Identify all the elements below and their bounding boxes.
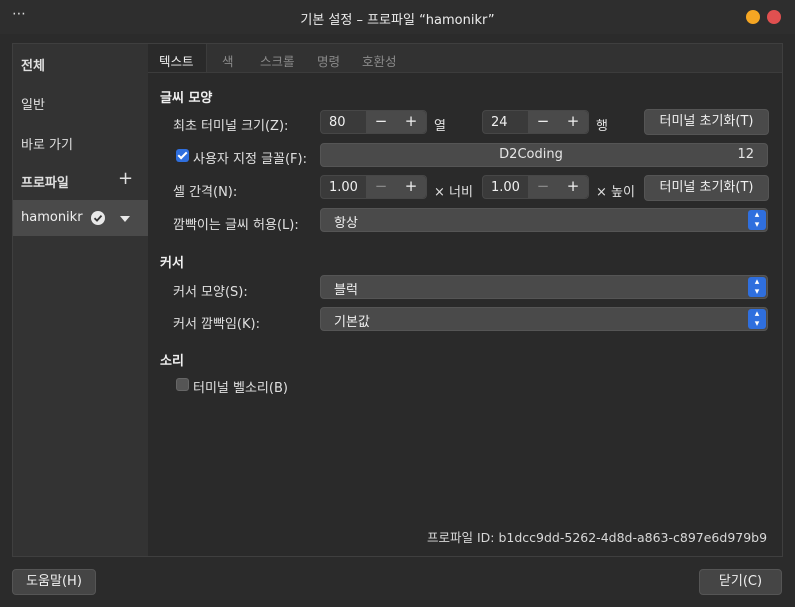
columns-spinbox[interactable]: 80 − + <box>320 110 427 134</box>
cell-width-spinbox[interactable]: 1.00 − + <box>320 175 427 199</box>
blink-text-label: 깜빡이는 글씨 허용(L): <box>173 218 299 233</box>
cursor-shape-label: 커서 모양(S): <box>173 285 248 300</box>
sidebar-item-global[interactable]: 전체 <box>21 55 45 74</box>
plus-icon[interactable]: + <box>396 177 426 195</box>
minus-icon[interactable]: − <box>528 112 558 130</box>
cursor-blink-label: 커서 깜빡임(K): <box>173 317 260 332</box>
window-title: 기본 설정 – 프로파일 “hamonikr” <box>300 13 495 28</box>
chevron-updown-icon: ▴ ▾ <box>748 277 766 297</box>
tab-scroll[interactable]: 스크롤 <box>260 51 295 70</box>
reset-cell-spacing-button[interactable]: 터미널 초기화(T) <box>644 175 769 201</box>
rows-unit: 행 <box>596 119 608 134</box>
sidebar-item-profile-hamonikr[interactable]: hamonikr <box>13 200 149 236</box>
plus-icon[interactable]: + <box>558 177 588 195</box>
rows-spinbox[interactable]: 24 − + <box>482 110 589 134</box>
sidebar-item-general[interactable]: 일반 <box>21 94 45 113</box>
cell-height-value: 1.00 <box>491 180 520 195</box>
cell-width-spin-buttons: − + <box>365 176 426 198</box>
reset-terminal-size-button[interactable]: 터미널 초기화(T) <box>644 109 769 135</box>
cursor-blink-select[interactable]: 기본값 ▴ ▾ <box>320 307 768 331</box>
font-name: D2Coding <box>499 147 563 162</box>
tab-color[interactable]: 색 <box>222 51 234 70</box>
columns-unit: 열 <box>434 119 446 134</box>
terminal-bell-checkbox[interactable] <box>176 378 189 391</box>
close-button[interactable]: 닫기(C) <box>699 569 782 595</box>
chevron-updown-icon: ▴ ▾ <box>748 309 766 329</box>
sidebar: 전체 일반 바로 가기 프로파일 + hamonikr <box>12 43 150 557</box>
minus-icon[interactable]: − <box>366 112 396 130</box>
columns-spin-buttons: − + <box>365 111 426 133</box>
font-chooser-button[interactable]: D2Coding 12 <box>320 143 768 167</box>
plus-icon[interactable]: + <box>396 112 426 130</box>
initial-size-label: 최초 터미널 크기(Z): <box>173 119 289 134</box>
section-header-cursor: 커서 <box>160 256 184 271</box>
custom-font-label: 사용자 지정 글꼴(F): <box>193 152 307 167</box>
profile-name: hamonikr <box>21 210 83 225</box>
profile-menu-chevron-icon[interactable] <box>120 216 130 222</box>
blink-text-select[interactable]: 항상 ▴ ▾ <box>320 208 768 232</box>
columns-value: 80 <box>329 115 346 130</box>
help-button[interactable]: 도움말(H) <box>12 569 96 595</box>
cursor-blink-value: 기본값 <box>334 315 370 330</box>
title-bar: ⋯ 기본 설정 – 프로파일 “hamonikr” <box>0 0 795 34</box>
profile-id: 프로파일 ID: b1dcc9dd-5262-4d8d-a863-c897e6d… <box>427 530 768 545</box>
sidebar-profiles-header: 프로파일 <box>21 176 69 191</box>
chevron-updown-icon: ▴ ▾ <box>748 210 766 230</box>
close-window-button[interactable] <box>767 10 781 24</box>
height-unit: × 높이 <box>596 185 635 200</box>
minus-icon[interactable]: − <box>366 177 396 195</box>
minus-icon[interactable]: − <box>528 177 558 195</box>
section-header-sound: 소리 <box>160 354 184 369</box>
default-profile-check-icon <box>91 211 105 225</box>
cell-height-spin-buttons: − + <box>527 176 588 198</box>
width-unit: × 너비 <box>434 185 473 200</box>
minimize-button[interactable] <box>746 10 760 24</box>
cell-width-value: 1.00 <box>329 180 358 195</box>
cell-height-spinbox[interactable]: 1.00 − + <box>482 175 589 199</box>
add-profile-icon[interactable]: + <box>118 170 133 188</box>
cursor-shape-select[interactable]: 블럭 ▴ ▾ <box>320 275 768 299</box>
rows-value: 24 <box>491 115 508 130</box>
custom-font-checkbox[interactable] <box>176 149 189 162</box>
plus-icon[interactable]: + <box>558 112 588 130</box>
tab-compatibility[interactable]: 호환성 <box>362 51 397 70</box>
tab-command[interactable]: 명령 <box>317 51 340 70</box>
terminal-bell-label: 터미널 벨소리(B) <box>193 381 288 396</box>
tab-bar: 텍스트 색 스크롤 명령 호환성 <box>148 44 782 73</box>
sidebar-item-shortcuts[interactable]: 바로 가기 <box>21 134 73 153</box>
tab-text[interactable]: 텍스트 <box>159 51 194 70</box>
rows-spin-buttons: − + <box>527 111 588 133</box>
cell-spacing-label: 셀 간격(N): <box>173 185 238 200</box>
section-header-text: 글씨 모양 <box>160 91 213 106</box>
blink-text-value: 항상 <box>334 216 358 231</box>
font-size: 12 <box>737 147 754 162</box>
cursor-shape-value: 블럭 <box>334 283 358 298</box>
